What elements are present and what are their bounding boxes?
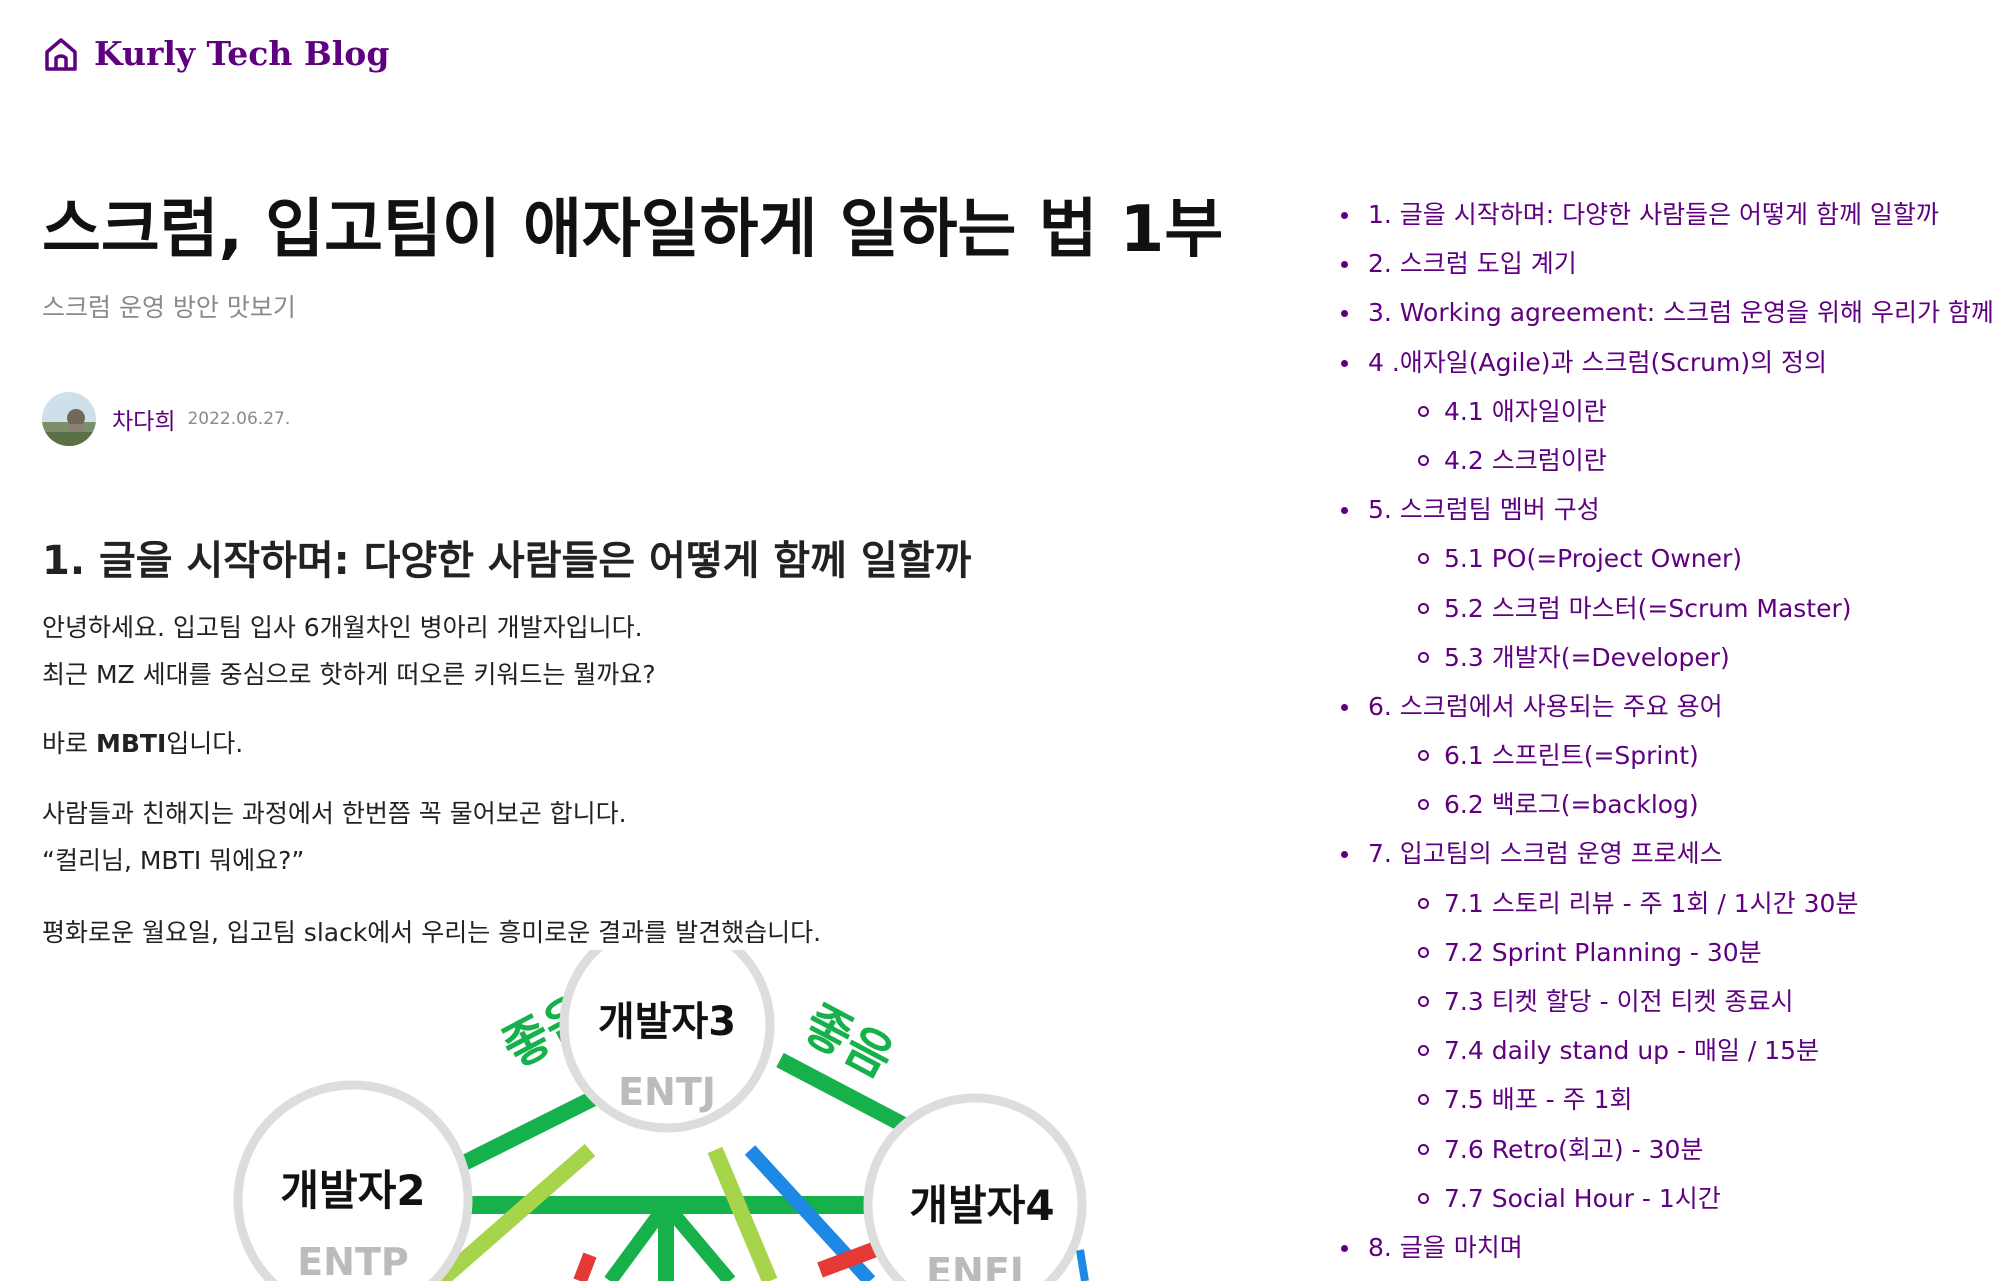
toc-item[interactable]: 4.1 애자일이란 [1334, 387, 2011, 436]
table-of-contents: 1. 글을 시작하며: 다양한 사람들은 어떻게 함께 일할까 2. 스크럼 도입… [1334, 190, 2011, 1272]
node3-type: ENTJ [618, 1070, 716, 1114]
toc-item[interactable]: 5.3 개발자(=Developer) [1334, 633, 2011, 682]
node2-name: 개발자2 [280, 1166, 425, 1215]
link-line [1076, 1249, 1089, 1281]
toc-item[interactable]: 7. 입고팀의 스크럼 운영 프로세스 [1334, 829, 2011, 878]
text-span: 바로 [42, 729, 96, 758]
toc-item[interactable]: 7.7 Social Hour - 1시간 [1334, 1174, 2011, 1223]
toc-item[interactable]: 6.2 백로그(=backlog) [1334, 780, 2011, 829]
mbti-relationship-figure: 좋음 좋음 개발자3 ENTJ 개발자2 ENTP 개발자4 ENFJ [210, 950, 1130, 1281]
toc-item[interactable]: 7.2 Sprint Planning - 30분 [1334, 928, 2011, 977]
toc-item[interactable]: 5.1 PO(=Project Owner) [1334, 534, 2011, 583]
post-title: 스크럼, 입고팀이 애자일하게 일하는 법 1부 [42, 193, 1224, 267]
link-line [573, 1252, 597, 1281]
paragraph-question: 사람들과 친해지는 과정에서 한번쯤 꼭 물어보곤 합니다. “컬리님, MBT… [42, 790, 1242, 884]
author-name[interactable]: 차다희 [112, 402, 175, 436]
home-icon [42, 35, 80, 73]
author-row: 차다희 2022.06.27. [42, 392, 290, 446]
paragraph-line: 최근 MZ 세대를 중심으로 핫하게 떠오른 키워드는 뭘까요? [42, 660, 656, 689]
link-line [660, 1200, 736, 1281]
section-heading: 1. 글을 시작하며: 다양한 사람들은 어떻게 함께 일할까 [42, 538, 972, 584]
toc-item[interactable]: 7.6 Retro(회고) - 30분 [1334, 1125, 2011, 1174]
toc-item[interactable]: 7.5 배포 - 주 1회 [1334, 1075, 2011, 1124]
paragraph-line: 사람들과 친해지는 과정에서 한번쯤 꼭 물어보곤 합니다. [42, 799, 627, 828]
toc-item[interactable]: 6.1 스프린트(=Sprint) [1334, 731, 2011, 780]
node4-type: ENFJ [926, 1250, 1024, 1281]
site-title: Kurly Tech Blog [94, 34, 390, 73]
text-span: 입니다. [166, 729, 244, 758]
toc-item[interactable]: 4.2 스크럼이란 [1334, 436, 2011, 485]
toc-item[interactable]: 4 .애자일(Agile)과 스크럼(Scrum)의 정의 [1334, 338, 2011, 387]
bold-text: MBTI [95, 729, 167, 758]
paragraph-line: 안녕하세요. 입고팀 입사 6개월차인 병아리 개발자입니다. [42, 613, 643, 642]
toc-item[interactable]: 7.4 daily stand up - 매일 / 15분 [1334, 1026, 2011, 1075]
toc-item[interactable]: 7.1 스토리 리뷰 - 주 1회 / 1시간 30분 [1334, 879, 2011, 928]
paragraph-line: 바로 MBTI입니다. [42, 720, 1242, 767]
post-date: 2022.06.27. [187, 409, 291, 429]
post-subtitle: 스크럼 운영 방안 맛보기 [42, 293, 296, 322]
paragraph-line: “컬리님, MBTI 뭐에요?” [42, 846, 305, 875]
author-avatar[interactable] [42, 392, 96, 446]
paragraph-slack: 평화로운 월요일, 입고팀 slack에서 우리는 흥미로운 결과를 발견했습니… [42, 909, 1242, 956]
paragraph-intro: 안녕하세요. 입고팀 입사 6개월차인 병아리 개발자입니다. 최근 MZ 세대… [42, 604, 1242, 698]
toc-item[interactable]: 5.2 스크럼 마스터(=Scrum Master) [1334, 584, 2011, 633]
paragraph-line: 평화로운 월요일, 입고팀 slack에서 우리는 흥미로운 결과를 발견했습니… [42, 918, 822, 947]
toc-item[interactable]: 1. 글을 시작하며: 다양한 사람들은 어떻게 함께 일할까 [1334, 190, 2011, 239]
link-line [604, 1200, 672, 1281]
toc-item[interactable]: 3. Working agreement: 스크럼 운영을 위해 우리가 함께 [1334, 288, 2011, 337]
toc-item[interactable]: 6. 스크럼에서 사용되는 주요 용어 [1334, 682, 2011, 731]
node4-name: 개발자4 [909, 1181, 1054, 1230]
toc-item[interactable]: 5. 스크럼팀 멤버 구성 [1334, 485, 2011, 534]
node3-name: 개발자3 [598, 999, 736, 1045]
toc-item[interactable]: 7.3 티켓 할당 - 이전 티켓 종료시 [1334, 977, 2011, 1026]
toc-item[interactable]: 2. 스크럼 도입 계기 [1334, 239, 2011, 288]
node2-type: ENTP [297, 1240, 409, 1281]
paragraph-mbti: 바로 MBTI입니다. [42, 720, 1242, 767]
site-logo-link[interactable]: Kurly Tech Blog [42, 34, 389, 73]
toc-item[interactable]: 8. 글을 마치며 [1334, 1223, 2011, 1272]
